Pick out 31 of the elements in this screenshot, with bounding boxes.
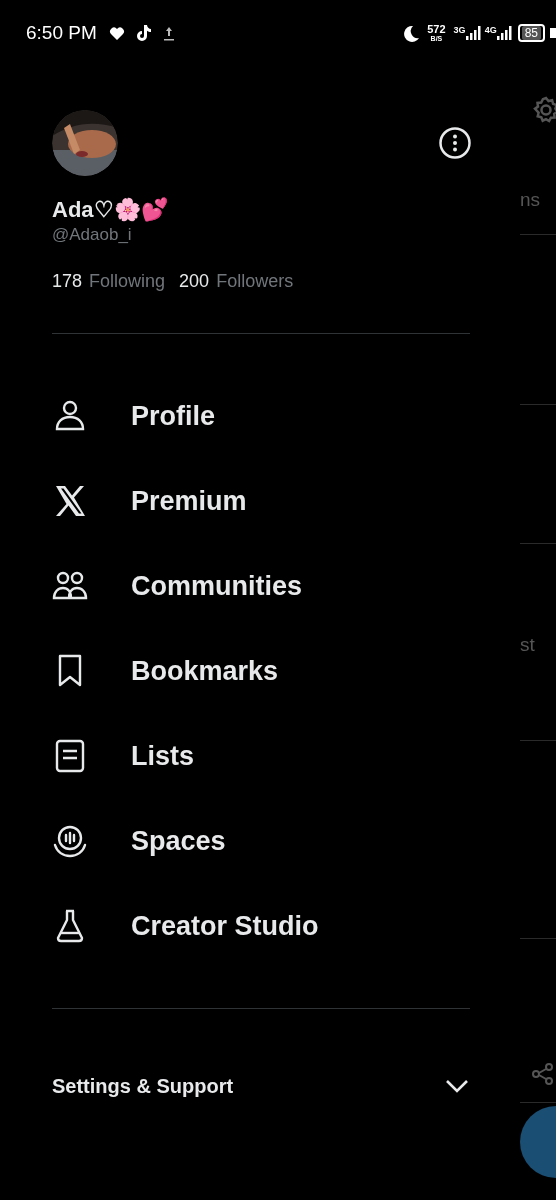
menu-item[interactable]: Creator Studio [52, 890, 470, 962]
heart-icon [108, 25, 125, 41]
share-icon [532, 1063, 554, 1085]
background-text: st [520, 633, 535, 657]
network-type: 3G [453, 26, 466, 35]
following-link[interactable]: Following [89, 268, 166, 295]
moon-icon [401, 24, 420, 42]
signal-icon [496, 26, 512, 40]
settings-support-toggle[interactable]: Settings & Support [52, 1071, 470, 1101]
followers-link[interactable]: Followers [216, 268, 294, 295]
followers-count: 200 [179, 270, 210, 293]
battery-level: 85 [521, 26, 541, 40]
settings-icon [532, 96, 556, 124]
network-speed: 572 [427, 24, 446, 35]
microphone-icon [52, 823, 88, 859]
music-note-icon [134, 24, 152, 42]
more-options-icon[interactable] [439, 127, 473, 161]
menu-item[interactable]: Bookmarks [52, 635, 470, 707]
display-name: Ada♡🌸💕 [52, 196, 169, 224]
background-text: ns [520, 188, 541, 212]
clock: 6:50 PM [26, 20, 97, 45]
network-type: 4G [484, 26, 497, 35]
upload-icon [163, 25, 174, 41]
menu-item[interactable]: Premium [52, 465, 470, 537]
menu-item[interactable]: Lists [52, 720, 470, 792]
menu-item[interactable]: Communities [52, 550, 470, 622]
menu-item[interactable]: Spaces [52, 805, 470, 877]
username: @Adaob_i [52, 224, 133, 246]
menu-item[interactable]: Profile [52, 380, 470, 452]
signal-icon [465, 26, 481, 40]
following-count: 178 [52, 270, 83, 293]
